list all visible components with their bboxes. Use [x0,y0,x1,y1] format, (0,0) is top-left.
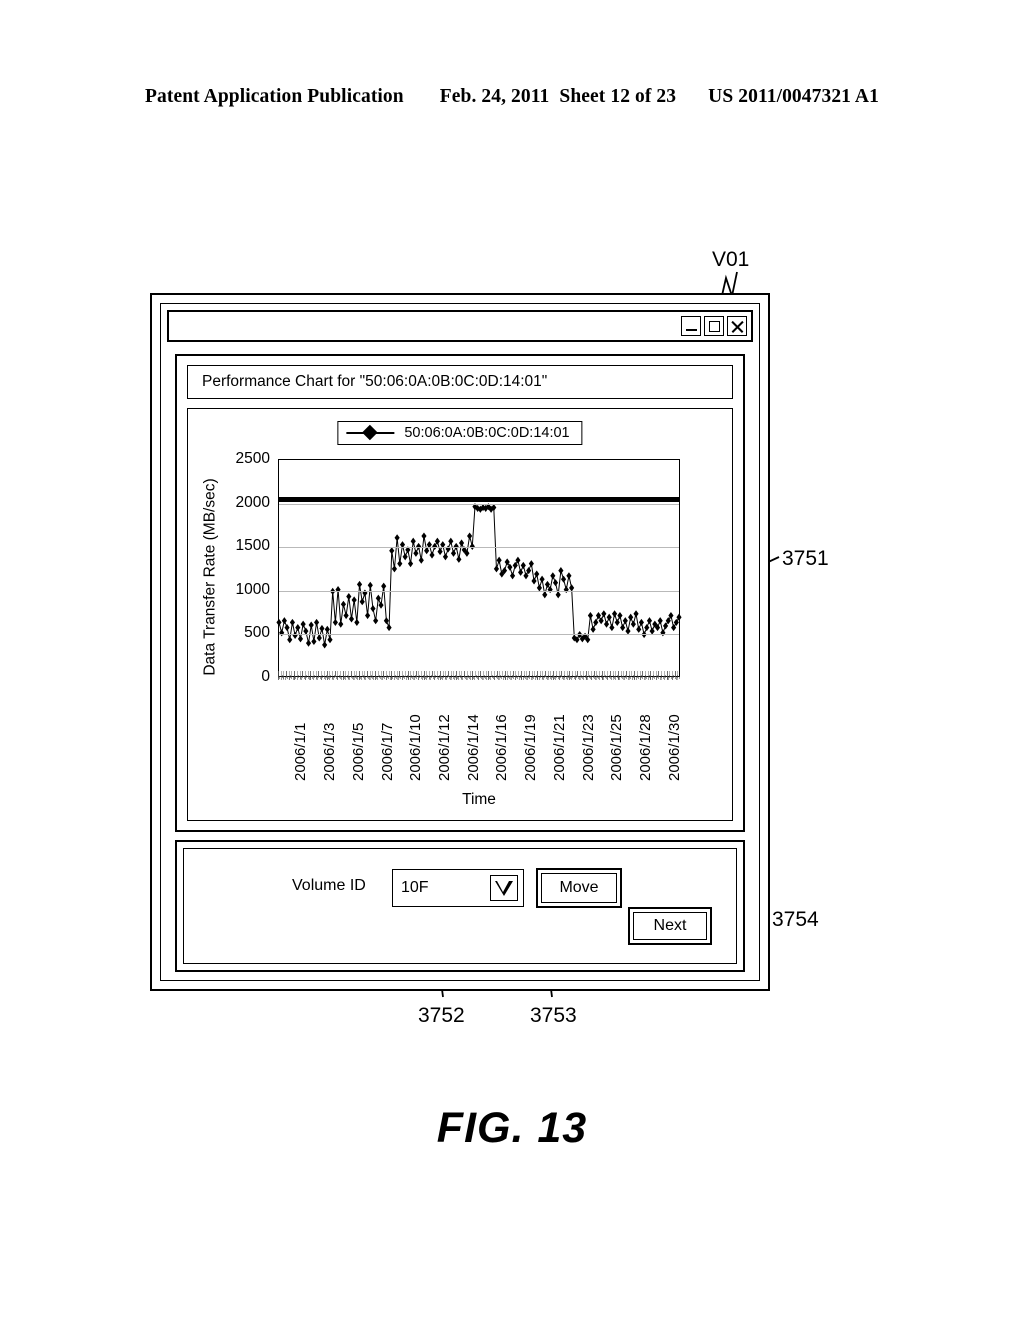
x-tick-label: 2006/1/1 [292,722,310,781]
sheet-number: Sheet 12 of 23 [559,86,677,107]
volume-id-dropdown-button[interactable] [490,875,518,901]
y-tick-label: 1000 [235,580,270,598]
x-tick-label: 2006/1/16 [493,714,511,781]
callout-v01: V01 [712,248,750,271]
next-button[interactable]: Next [628,907,712,945]
y-tick-label: 0 [261,668,270,685]
x-tick-label: 2006/1/10 [407,714,425,781]
move-button[interactable]: Move [536,868,622,908]
callout-3751: 3751 [782,547,829,570]
window-titlebar [167,310,753,342]
y-tick-label: 2000 [235,493,270,511]
close-icon [731,320,744,333]
volume-id-label: Volume ID [292,877,366,894]
minimize-button[interactable] [681,316,701,336]
x-tick-label: 2006/1/30 [665,714,683,781]
threshold-line [279,497,679,503]
x-tick-label: 2006/1/3 [321,722,339,781]
x-tick-label: 2006/1/25 [608,714,626,781]
window-inner-frame: Performance Chart for "50:06:0A:0B:0C:0D… [160,303,760,981]
y-tick-label: 1500 [235,537,270,555]
y-tick-label: 2500 [235,450,270,467]
plot-wrapper: Data Transfer Rate (MB/sec) 0 500 1000 1500… [188,409,732,820]
maximize-icon [708,320,720,332]
chart-body: 50:06:0A:0B:0C:0D:14:01 Data Transfer Ra… [187,408,733,821]
data-series-line [276,503,682,649]
y-tick-label: 500 [244,624,270,642]
maximize-button[interactable] [704,316,724,336]
callout-3753: 3753 [530,1004,577,1027]
volume-id-value: 10F [401,879,429,896]
performance-chart-panel: Performance Chart for "50:06:0A:0B:0C:0D… [175,354,745,832]
chart-title-text: Performance Chart for "50:06:0A:0B:0C:0D… [202,373,548,390]
control-panel: Volume ID 10F Move Next [175,840,745,972]
y-axis-tick-labels: 0 500 1000 1500 2000 2500 [222,450,274,685]
application-window: Performance Chart for "50:06:0A:0B:0C:0D… [150,293,770,991]
publication-label: Patent Application Publication [145,86,404,107]
figure-caption: FIG. 13 [436,1104,588,1152]
x-tick-label: 2006/1/28 [636,714,654,781]
callout-3754: 3754 [772,908,819,931]
control-panel-inner-frame: Volume ID 10F Move Next [183,848,737,964]
move-button-label: Move [559,879,599,896]
x-axis-tick-labels: 2006/1/1 2006/1/3 2006/1/5 2006/1/7 2006/1/1… [278,685,683,783]
x-axis-title: Time [462,791,496,808]
next-button-label: Next [653,917,687,934]
x-tick-label: 2006/1/23 [579,714,597,781]
volume-id-select[interactable]: 10F [392,869,524,907]
x-tick-label: 2006/1/5 [349,722,367,781]
gridline [279,547,679,549]
x-tick-label: 2006/1/14 [464,714,482,781]
x-tick-label: 2006/1/21 [550,714,568,781]
patent-header: Patent Application Publication Feb. 24, … [0,86,1024,108]
publication-date: Feb. 24, 2011 [439,86,550,107]
callout-3752: 3752 [418,1004,465,1027]
x-tick-label: 2006/1/7 [378,722,396,781]
gridline [279,503,679,505]
gridline [279,590,679,592]
x-tick-label: 2006/1/19 [522,714,540,781]
y-axis-title: Data Transfer Rate (MB/sec) [202,478,220,676]
minimize-icon [685,328,697,331]
plot-area [276,459,682,677]
chart-title-bar: Performance Chart for "50:06:0A:0B:0C:0D… [187,365,733,399]
x-axis-micro-ticks [278,671,680,682]
patent-number: US 2011/0047321 A1 [708,86,879,107]
close-button[interactable] [727,316,747,336]
gridline [279,634,679,636]
x-tick-label: 2006/1/12 [435,714,453,781]
chevron-down-icon [495,880,513,896]
patent-sheet: Patent Application Publication Feb. 24, … [0,0,1024,1320]
